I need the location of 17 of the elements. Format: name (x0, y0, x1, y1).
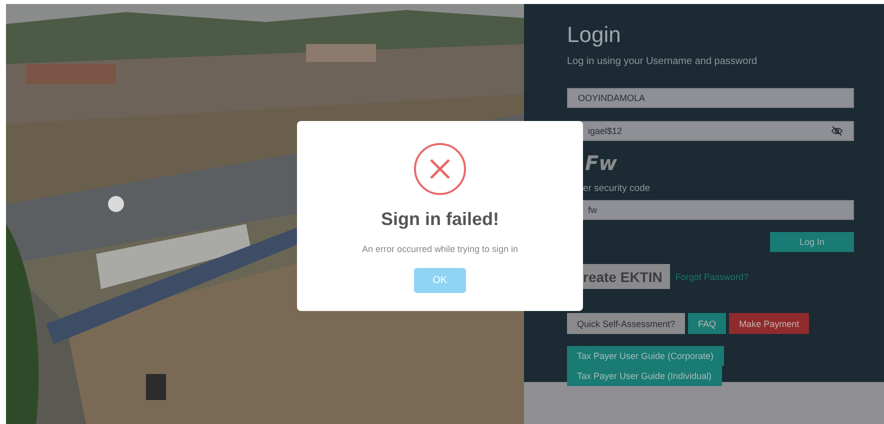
user-guide-button[interactable]: Tax Payer User Guide (Corporate) (567, 346, 724, 366)
forgot-password-link[interactable]: Forgot Password? (675, 272, 748, 282)
action-button[interactable]: Make Payment (729, 313, 810, 334)
error-icon (414, 143, 466, 195)
user-guide-button[interactable]: Tax Payer User Guide (Individual) (567, 366, 722, 386)
ok-button[interactable]: OK (414, 268, 466, 293)
login-title: Login (567, 22, 622, 48)
login-button[interactable]: Log In (770, 232, 854, 252)
dialog-title: Sign in failed! (380, 209, 499, 230)
eye-slash-icon[interactable] (831, 126, 843, 136)
captcha-image: Fw (584, 151, 618, 175)
captcha-label: er security code (582, 183, 652, 194)
action-button[interactable]: FAQ (688, 313, 726, 334)
dialog-message: An error occurred while trying to sign in (362, 244, 518, 254)
username-field[interactable]: OOYINDAMOLA (567, 88, 854, 108)
action-button[interactable]: Quick Self-Assessment? (567, 313, 686, 334)
login-subtitle: Log in using your Username and password (567, 56, 758, 67)
